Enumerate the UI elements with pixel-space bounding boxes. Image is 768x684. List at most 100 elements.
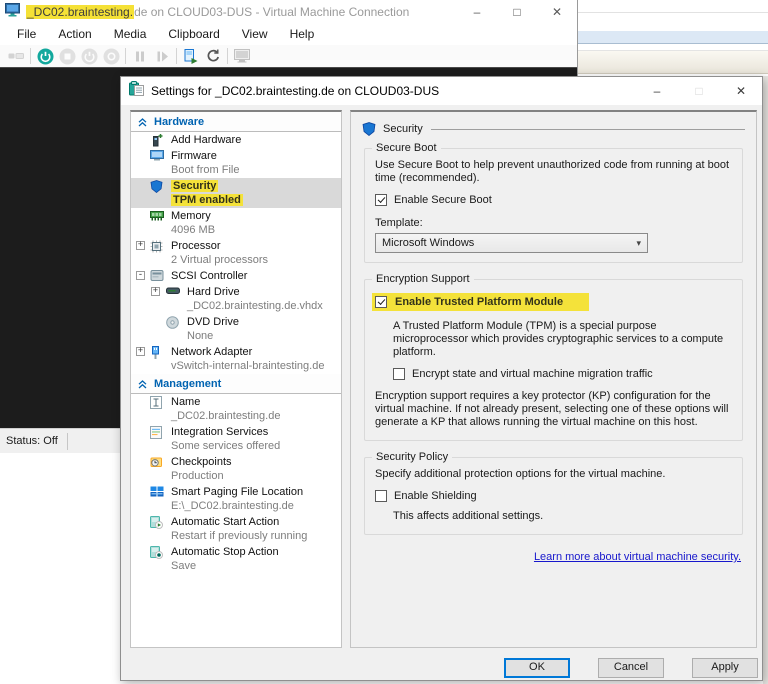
cancel-button[interactable]: Cancel [598,658,664,678]
scsi-controller-icon [150,270,165,281]
sidebar-item-dvd-drive[interactable]: DVD Drive None [131,314,341,344]
template-dropdown[interactable]: Microsoft Windows ▾ [375,233,648,253]
enable-secure-boot-checkbox[interactable] [375,194,387,206]
tree-item-label: Hard Drive [187,286,240,298]
chevron-double-up-icon [138,117,147,127]
settings-dialog-title: Settings for _DC02.braintesting.de on CL… [151,84,440,98]
tree-item-subtitle: Boot from File [171,164,240,176]
enable-tpm-checkbox[interactable] [375,296,387,308]
sidebar-item-hard-drive[interactable]: + Hard Drive _DC02.braintesting.de.vhdx [131,284,341,314]
background-window-edge [763,76,768,684]
sidebar-item-checkpoints[interactable]: Checkpoints Production [131,454,341,484]
sidebar-item-name[interactable]: Name _DC02.braintesting.de [131,394,341,424]
menu-action[interactable]: Action [47,25,102,44]
learn-more-link[interactable]: Learn more about virtual machine securit… [534,551,741,563]
tree-expand-toggle[interactable]: + [151,287,160,296]
group-label: Security Policy [372,451,453,463]
menu-media[interactable]: Media [103,25,158,44]
divider [578,12,768,13]
firmware-icon [150,150,165,161]
tpm-description: A Trusted Platform Module (TPM) is a spe… [393,320,724,358]
checkbox-label: Enable Shielding [394,490,477,502]
menu-view[interactable]: View [231,25,279,44]
toolbar-separator [125,48,126,64]
tree-expand-toggle[interactable]: - [136,271,145,280]
vm-menubar: File Action Media Clipboard View Help [0,24,577,45]
smart-paging-icon [150,486,165,497]
sidebar-item-integration-services[interactable]: Integration Services Some services offere… [131,424,341,454]
ok-button[interactable]: OK [504,658,570,678]
encryption-support-group: Encryption Support Enable Trusted Platfo… [364,273,743,441]
tree-item-subtitle: TPM enabled [171,194,243,206]
network-adapter-icon [150,346,165,360]
apply-button[interactable]: Apply [692,658,758,678]
maximize-button[interactable]: □ [497,0,537,24]
tree-item-subtitle: vSwitch-internal-braintesting.de [171,360,325,372]
menu-file[interactable]: File [6,25,47,44]
tree-item-subtitle: Restart if previously running [171,530,308,542]
vm-window-title: _DC02.braintesting.de on CLOUD03-DUS - V… [26,5,410,19]
tree-expand-toggle[interactable]: + [136,241,145,250]
sidebar-item-memory[interactable]: Memory 4096 MB [131,208,341,238]
menu-help[interactable]: Help [279,25,326,44]
sidebar-item-firmware[interactable]: Firmware Boot from File [131,148,341,178]
tree-item-label: Add Hardware [171,134,242,146]
settings-dialog-titlebar: Settings for _DC02.braintesting.de on CL… [121,77,762,105]
turn-off-icon [56,46,78,66]
auto-stop-icon [150,546,165,559]
sidebar-item-smart-paging-file-location[interactable]: Smart Paging File Location E:\_DC02.brain… [131,484,341,514]
sidebar-section-management[interactable]: Management [131,374,341,394]
tree-item-subtitle: _DC02.braintesting.de [171,410,281,422]
sidebar-item-processor[interactable]: + Processor 2 Virtual processors [131,238,341,268]
chevron-double-up-icon [138,379,147,389]
settings-sidebar-tree: Hardware Add Hardware Firmware Boot from Fi… [130,110,342,648]
tree-item-label: Security [171,180,219,192]
enable-shielding-checkbox[interactable] [375,490,387,502]
maximize-button: □ [695,84,703,98]
sidebar-section-hardware[interactable]: Hardware [131,112,341,132]
processor-icon [150,240,165,253]
sidebar-item-add-hardware[interactable]: Add Hardware [131,132,341,148]
tree-item-subtitle: E:\_DC02.braintesting.de [171,500,294,512]
checkpoint-icon[interactable] [180,46,202,66]
tree-item-label: Name [171,396,201,408]
ctrl-alt-del-icon [5,46,27,66]
tree-item-label: Smart Paging File Location [171,486,304,498]
security-policy-group: Security Policy Specify additional prote… [364,451,743,535]
shut-down-icon [78,46,100,66]
secure-boot-description: Use Secure Boot to help prevent unauthor… [375,159,730,184]
background-window-highlight-row [578,31,768,44]
vm-window-titlebar: _DC02.braintesting.de on CLOUD03-DUS - V… [0,0,577,24]
minimize-button[interactable]: – [457,0,497,24]
close-button[interactable]: ✕ [720,77,762,105]
save-state-icon [100,46,122,66]
add-hardware-icon [150,134,165,147]
sidebar-item-network-adapter[interactable]: + Network Adapter vSwitch-internal-brainte… [131,344,341,374]
close-button[interactable]: ✕ [537,0,577,24]
toolbar-separator [227,48,228,64]
step-icon [151,46,173,66]
toolbar-separator [176,48,177,64]
key-protector-description: Encryption support requires a key protec… [375,390,729,428]
tree-item-subtitle: Save [171,560,197,572]
minimize-button[interactable]: – [636,77,678,105]
sidebar-item-scsi-controller[interactable]: - SCSI Controller [131,268,341,284]
divider [430,128,745,130]
sidebar-item-security[interactable]: Security TPM enabled [131,178,341,208]
vm-monitor-icon [5,2,20,22]
group-label: Secure Boot [372,142,441,154]
menu-clipboard[interactable]: Clipboard [157,25,230,44]
checkbox-label: Enable Secure Boot [394,194,492,206]
encrypt-traffic-checkbox[interactable] [393,368,405,380]
checkbox-label: Enable Trusted Platform Module [395,296,564,308]
tree-expand-toggle[interactable]: + [136,347,145,356]
tree-item-subtitle: 4096 MB [171,224,216,236]
settings-dialog: Settings for _DC02.braintesting.de on CL… [120,76,763,681]
settings-clipboard-icon [129,81,144,101]
tree-item-label: Network Adapter [171,346,253,358]
sidebar-item-automatic-start-action[interactable]: Automatic Start Action Restart if previou… [131,514,341,544]
revert-icon[interactable] [202,46,224,66]
sidebar-item-automatic-stop-action[interactable]: Automatic Stop Action Save [131,544,341,574]
start-icon[interactable] [34,46,56,66]
security-shield-icon [362,122,376,136]
